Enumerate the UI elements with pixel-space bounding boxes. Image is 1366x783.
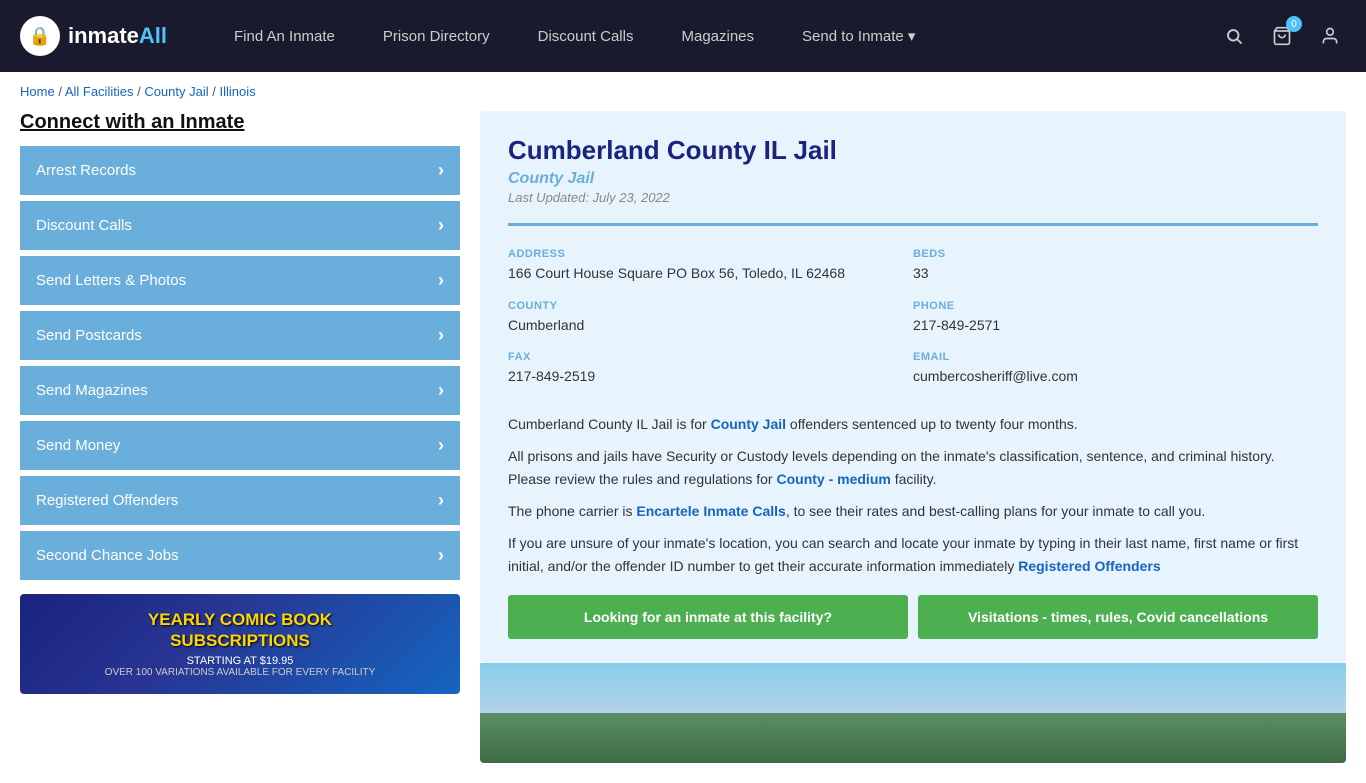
nav-discount-calls[interactable]: Discount Calls <box>514 0 658 72</box>
cart-button[interactable]: 0 <box>1266 20 1298 52</box>
email-value: cumbercosheriff@live.com <box>913 367 1318 387</box>
sidebar-item-send-money[interactable]: Send Money › <box>20 421 460 470</box>
search-button[interactable] <box>1218 20 1250 52</box>
sidebar-item-send-postcards[interactable]: Send Postcards › <box>20 311 460 360</box>
beds-cell: BEDS 33 <box>913 240 1318 292</box>
address-label: ADDRESS <box>508 248 913 260</box>
sidebar-item-registered-offenders[interactable]: Registered Offenders › <box>20 476 460 525</box>
address-cell: ADDRESS 166 Court House Square PO Box 56… <box>508 240 913 292</box>
logo-icon: 🔒 <box>20 16 60 56</box>
info-grid: ADDRESS 166 Court House Square PO Box 56… <box>508 223 1318 395</box>
arrow-icon: › <box>438 325 444 346</box>
facility-name: Cumberland County IL Jail <box>508 135 1318 166</box>
phone-value: 217-849-2571 <box>913 316 1318 336</box>
phone-label: PHONE <box>913 300 1318 312</box>
desc-paragraph-3: The phone carrier is Encartele Inmate Ca… <box>508 500 1318 522</box>
county-cell: COUNTY Cumberland <box>508 292 913 344</box>
county-value: Cumberland <box>508 316 913 336</box>
main-header: 🔒 inmateAll Find An Inmate Prison Direct… <box>0 0 1366 72</box>
desc-paragraph-1: Cumberland County IL Jail is for County … <box>508 413 1318 435</box>
main-layout: Connect with an Inmate Arrest Records › … <box>0 111 1366 783</box>
nav-icons: 0 <box>1218 20 1346 52</box>
facility-description: Cumberland County IL Jail is for County … <box>508 413 1318 577</box>
address-value: 166 Court House Square PO Box 56, Toledo… <box>508 264 913 284</box>
sidebar-item-send-magazines[interactable]: Send Magazines › <box>20 366 460 415</box>
sidebar-title: Connect with an Inmate <box>20 111 460 134</box>
encartele-link[interactable]: Encartele Inmate Calls <box>636 503 785 519</box>
arrow-icon: › <box>438 545 444 566</box>
arrow-icon: › <box>438 380 444 401</box>
nav-magazines[interactable]: Magazines <box>657 0 778 72</box>
county-label: COUNTY <box>508 300 913 312</box>
action-buttons: Looking for an inmate at this facility? … <box>508 595 1318 639</box>
email-label: EMAIL <box>913 351 1318 363</box>
arrow-icon: › <box>438 435 444 456</box>
breadcrumb: Home / All Facilities / County Jail / Il… <box>0 72 1366 111</box>
sidebar-label: Send Money <box>36 437 120 454</box>
nav-prison-directory[interactable]: Prison Directory <box>359 0 514 72</box>
desc-paragraph-2: All prisons and jails have Security or C… <box>508 445 1318 490</box>
sidebar-menu: Arrest Records › Discount Calls › Send L… <box>20 146 460 580</box>
ad-sub2: OVER 100 VARIATIONS AVAILABLE FOR EVERY … <box>105 667 376 678</box>
cart-badge: 0 <box>1286 16 1302 32</box>
facility-updated: Last Updated: July 23, 2022 <box>508 190 1318 205</box>
phone-cell: PHONE 217-849-2571 <box>913 292 1318 344</box>
sidebar-label: Arrest Records <box>36 162 136 179</box>
main-nav: Find An Inmate Prison Directory Discount… <box>210 0 1218 72</box>
fax-label: FAX <box>508 351 913 363</box>
sidebar: Connect with an Inmate Arrest Records › … <box>20 111 460 763</box>
sidebar-label: Send Postcards <box>36 327 142 344</box>
sidebar-item-second-chance-jobs[interactable]: Second Chance Jobs › <box>20 531 460 580</box>
sidebar-label: Discount Calls <box>36 217 132 234</box>
beds-label: BEDS <box>913 248 1318 260</box>
county-medium-link[interactable]: County - medium <box>776 471 890 487</box>
sidebar-item-send-letters[interactable]: Send Letters & Photos › <box>20 256 460 305</box>
county-jail-link[interactable]: County Jail <box>711 416 786 432</box>
email-cell: EMAIL cumbercosheriff@live.com <box>913 343 1318 395</box>
breadcrumb-home[interactable]: Home <box>20 84 55 99</box>
facility-photo <box>480 663 1346 763</box>
registered-offenders-link[interactable]: Registered Offenders <box>1018 558 1160 574</box>
nav-send-to-inmate[interactable]: Send to Inmate ▾ <box>778 0 939 72</box>
sidebar-label: Send Letters & Photos <box>36 272 186 289</box>
find-inmate-button[interactable]: Looking for an inmate at this facility? <box>508 595 908 639</box>
desc-paragraph-4: If you are unsure of your inmate's locat… <box>508 532 1318 577</box>
facility-card: Cumberland County IL Jail County Jail La… <box>480 111 1346 663</box>
arrow-icon: › <box>438 215 444 236</box>
facility-type: County Jail <box>508 170 1318 188</box>
ad-title: YEARLY COMIC BOOKSUBSCRIPTIONS <box>148 610 332 651</box>
sidebar-label: Registered Offenders <box>36 492 178 509</box>
breadcrumb-all-facilities[interactable]: All Facilities <box>65 84 134 99</box>
logo-area[interactable]: 🔒 inmateAll <box>20 16 180 56</box>
arrow-icon: › <box>438 490 444 511</box>
ad-subtitle: STARTING AT $19.95 <box>187 655 294 667</box>
user-button[interactable] <box>1314 20 1346 52</box>
breadcrumb-illinois[interactable]: Illinois <box>219 84 255 99</box>
beds-value: 33 <box>913 264 1318 284</box>
arrow-icon: › <box>438 270 444 291</box>
sidebar-item-arrest-records[interactable]: Arrest Records › <box>20 146 460 195</box>
logo-text: inmateAll <box>68 23 167 49</box>
sidebar-label: Second Chance Jobs <box>36 547 179 564</box>
sidebar-label: Send Magazines <box>36 382 148 399</box>
nav-find-inmate[interactable]: Find An Inmate <box>210 0 359 72</box>
arrow-icon: › <box>438 160 444 181</box>
sidebar-advertisement[interactable]: YEARLY COMIC BOOKSUBSCRIPTIONS STARTING … <box>20 594 460 694</box>
content-area: Cumberland County IL Jail County Jail La… <box>480 111 1346 763</box>
sidebar-item-discount-calls[interactable]: Discount Calls › <box>20 201 460 250</box>
fax-cell: FAX 217-849-2519 <box>508 343 913 395</box>
photo-ground <box>480 713 1346 763</box>
breadcrumb-county-jail[interactable]: County Jail <box>144 84 208 99</box>
photo-sky <box>480 663 1346 718</box>
visitations-button[interactable]: Visitations - times, rules, Covid cancel… <box>918 595 1318 639</box>
fax-value: 217-849-2519 <box>508 367 913 387</box>
